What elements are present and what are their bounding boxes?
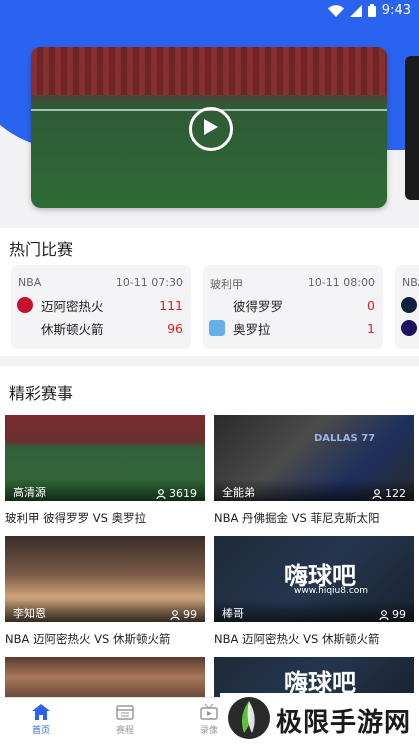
home-icon [32, 704, 50, 720]
calendar-icon [116, 705, 134, 720]
rockets-logo-icon [17, 320, 33, 336]
brand-logo-text: 嗨球吧 [284, 669, 356, 697]
video-thumbnail[interactable] [5, 657, 205, 697]
match-card[interactable]: NBA 10-11 07:30 迈阿密热火 111 休斯顿火箭 96 [11, 265, 191, 349]
play-icon [204, 119, 218, 135]
views-count: 3619 [169, 487, 197, 500]
team-row-home: 迈阿密热火 111 [17, 295, 183, 315]
video-views: 3619 [156, 487, 197, 500]
views-count: 122 [385, 487, 406, 500]
section-title-highlights: 精彩赛事 [9, 384, 74, 403]
play-button[interactable] [189, 107, 233, 151]
match-time: 10-11 08:00 [307, 276, 375, 289]
team-score: 1 [367, 320, 375, 336]
match-time: 10-11 07:30 [115, 276, 183, 289]
person-icon [170, 609, 180, 620]
video-author: 棒哥 [222, 607, 244, 620]
watermark-logo-icon [228, 697, 270, 739]
video-views: 122 [372, 487, 406, 500]
video-author: 李知恩 [13, 607, 46, 620]
tab-label: 首页 [31, 726, 50, 736]
video-card[interactable]: 李知恩 99 NBA 迈阿密热火 VS 休斯顿火箭 [5, 536, 205, 647]
video-views: 99 [170, 608, 197, 621]
video-title: NBA 迈阿密热火 VS 休斯顿火箭 [5, 632, 171, 646]
views-count: 99 [392, 608, 406, 621]
video-thumbnail[interactable]: 高清源 3619 [5, 415, 205, 501]
team-row-away: 奥罗拉 1 [209, 318, 375, 338]
team-score: 111 [159, 297, 183, 313]
match-card[interactable]: 玻利甲 10-11 08:00 彼得罗罗 0 奥罗拉 1 [203, 265, 383, 349]
video-card[interactable]: 嗨球吧 [214, 657, 414, 697]
hero-next-card[interactable] [405, 56, 419, 200]
team-row-home [401, 295, 419, 315]
person-icon [379, 609, 389, 620]
watermark-text: 极限手游网 [276, 708, 412, 738]
video-author: 全能弟 [222, 486, 255, 499]
stadium-stands [31, 47, 387, 95]
tab-label: 录像 [199, 726, 218, 736]
video-thumbnail[interactable]: 嗨球吧 [214, 657, 414, 697]
status-time: 9:43 [381, 3, 411, 18]
video-views: 99 [379, 608, 406, 621]
video-card[interactable]: 嗨球吧 www.hiqiu8.com 棒哥 99 NBA 迈阿密热火 VS 休斯… [214, 536, 414, 647]
team-logo-icon [209, 297, 225, 313]
video-title: 玻利甲 彼得罗罗 VS 奥罗拉 [5, 511, 147, 525]
views-count: 99 [183, 608, 197, 621]
team-name: 彼得罗罗 [233, 298, 284, 314]
video-author: 高清源 [13, 486, 46, 499]
section-title-hot: 热门比赛 [9, 240, 74, 259]
match-league: NBA [18, 276, 42, 289]
team-row-away: 休斯顿火箭 96 [17, 318, 183, 338]
team-name: 奥罗拉 [233, 321, 271, 337]
team-row-home: 彼得罗罗 0 [209, 295, 375, 315]
video-title: NBA 丹佛掘金 VS 菲尼克斯太阳 [214, 511, 380, 525]
video-thumbnail[interactable]: 嗨球吧 www.hiqiu8.com 棒哥 99 [214, 536, 414, 622]
person-icon [372, 488, 382, 499]
tab-home[interactable]: 首页 [11, 704, 71, 736]
suns-logo-icon [401, 320, 417, 336]
hero-banner [0, 0, 419, 222]
heat-logo-icon [17, 297, 33, 313]
team-score: 0 [367, 297, 375, 313]
match-league: 玻利甲 [210, 278, 243, 291]
video-icon [200, 704, 218, 720]
team-name: 迈阿密热火 [41, 298, 104, 314]
video-title: NBA 迈阿密热火 VS 休斯顿火箭 [214, 632, 380, 646]
match-league: NBA [402, 276, 419, 289]
wifi-icon [327, 4, 344, 17]
video-thumbnail[interactable]: DALLAS 77 全能弟 122 [214, 415, 414, 501]
nuggets-logo-icon [401, 297, 417, 313]
person-icon [156, 488, 166, 499]
tab-schedule[interactable]: 赛程 [95, 704, 155, 736]
video-card[interactable]: 高清源 3619 玻利甲 彼得罗罗 VS 奥罗拉 [5, 415, 205, 526]
brand-url-text: www.hiqiu8.com [294, 586, 369, 596]
signal-icon [349, 4, 362, 17]
status-bar: 9:43 [0, 0, 419, 24]
jersey-text: DALLAS 77 [314, 433, 376, 444]
team-score: 96 [167, 320, 183, 336]
hero-video-card[interactable] [31, 47, 387, 208]
team-name: 休斯顿火箭 [41, 321, 104, 337]
shield-logo-icon [209, 320, 225, 336]
video-thumbnail[interactable]: 李知恩 99 [5, 536, 205, 622]
video-card[interactable]: DALLAS 77 全能弟 122 NBA 丹佛掘金 VS 菲尼克斯太阳 [214, 415, 414, 526]
team-row-away [401, 318, 419, 338]
match-card-partial[interactable]: NBA [395, 265, 419, 349]
battery-icon [367, 4, 376, 17]
watermark: 极限手游网 [220, 693, 419, 744]
tab-label: 赛程 [115, 726, 134, 736]
video-card[interactable] [5, 657, 205, 697]
